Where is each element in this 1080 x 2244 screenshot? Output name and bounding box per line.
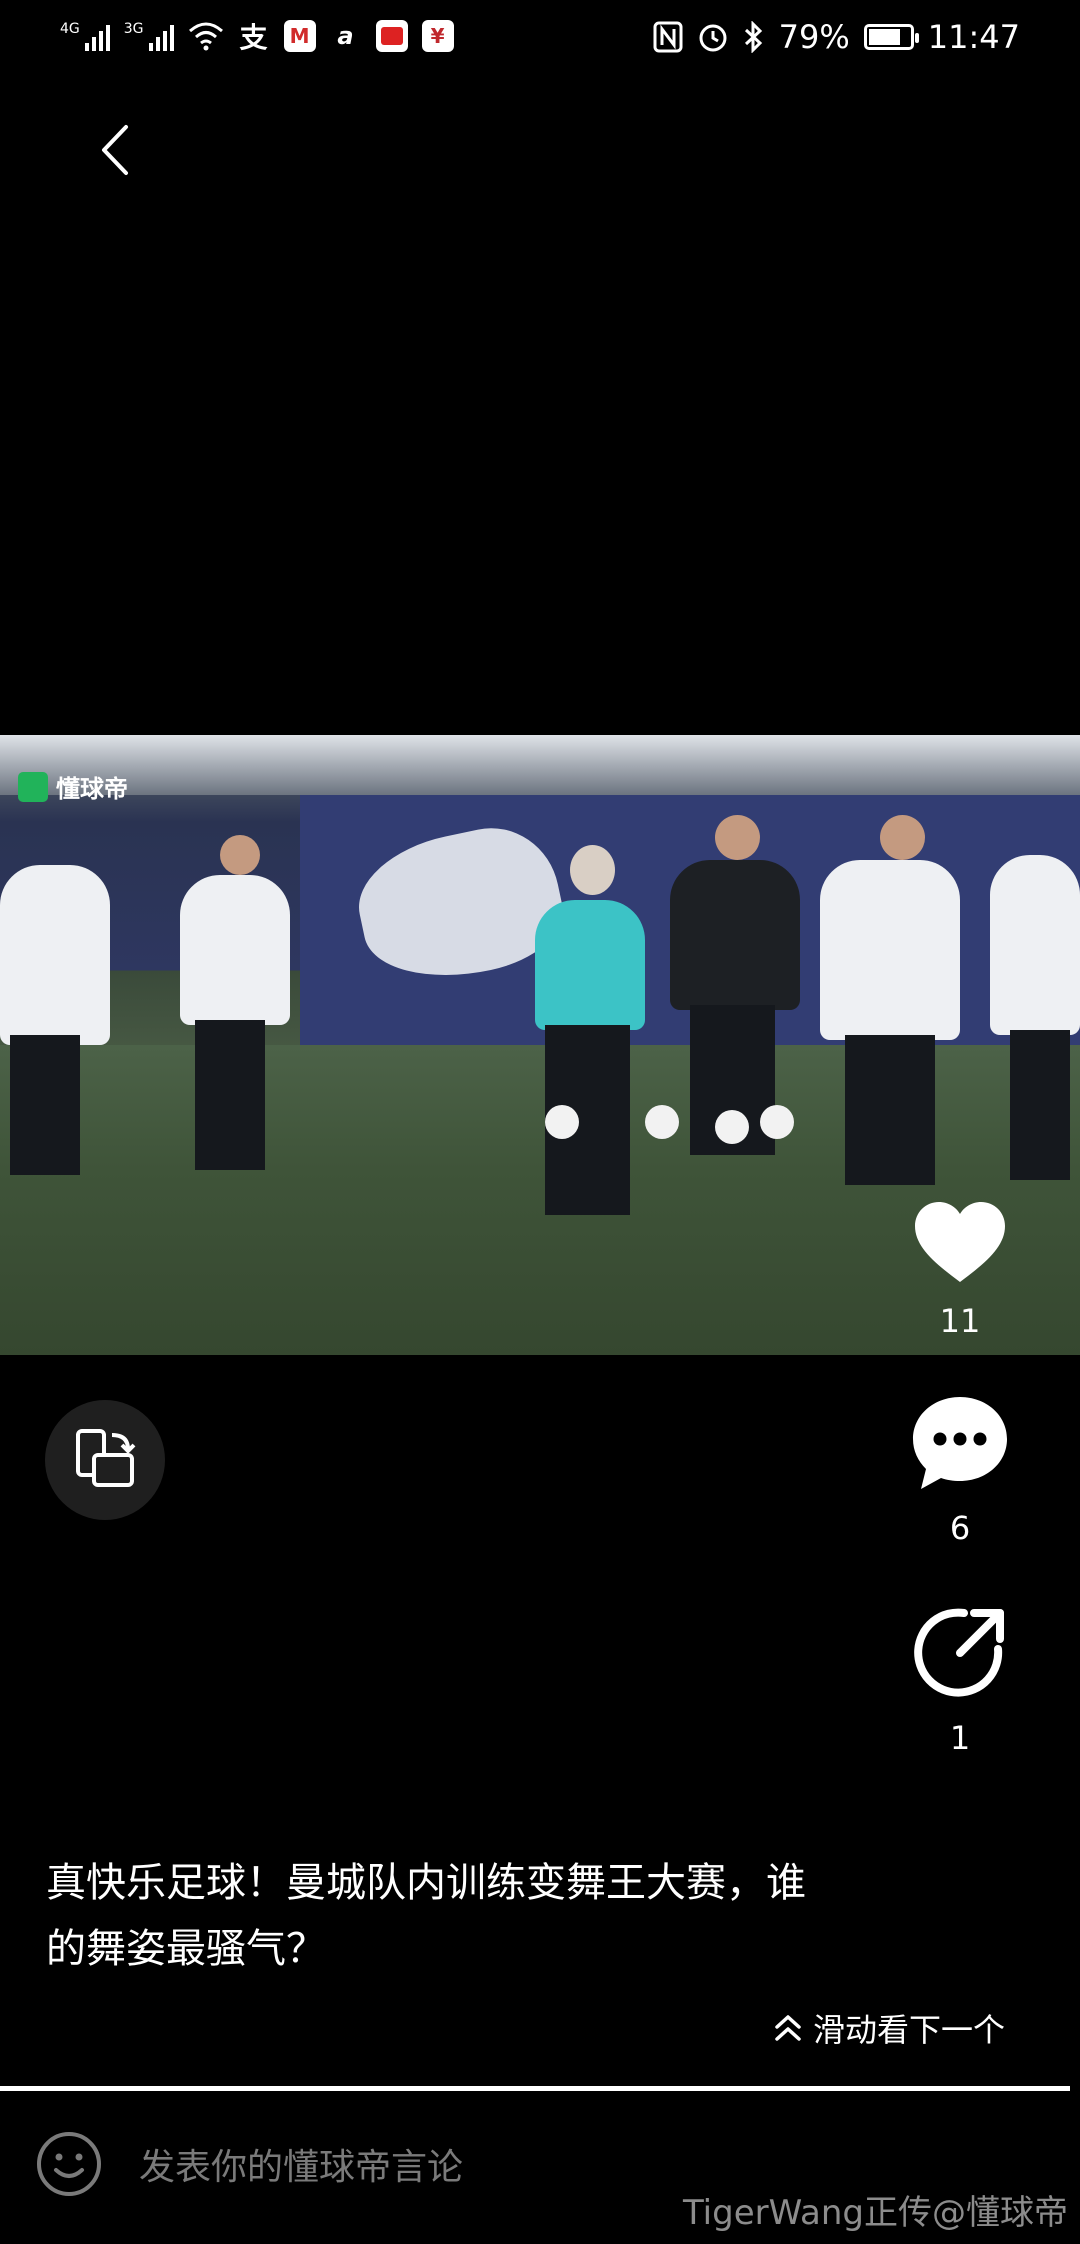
cellular-signal-2-icon: 3G [124,21,174,51]
comment-input-bar[interactable]: 发表你的懂球帝言论 [35,2130,463,2198]
video-progress-bar[interactable] [0,2086,1070,2091]
wifi-icon [188,22,223,51]
share-button[interactable]: 1 [905,1605,1015,1757]
bank-notification-icon: ¥ [421,20,454,52]
rotate-screen-icon [76,1429,136,1487]
dongqiudi-logo-icon [18,771,48,802]
network-type-2: 3G [123,21,144,37]
swipe-next-hint[interactable]: 滑动看下一个 [773,2005,1005,2051]
battery-fill [868,29,901,45]
caption-line-2: 的舞姿最骚气？ [46,1926,326,1972]
like-count: 11 [939,1302,981,1340]
screenshot-watermark: TigerWang正传@懂球帝 [682,2193,1068,2233]
video-ball [760,1105,794,1139]
bluetooth-icon [744,21,762,53]
status-bar: 4G 3G 支 M a ¥ 79% 11:47 [0,0,1080,80]
cellular-signal-1-icon: 4G [60,21,110,51]
battery-icon [863,24,919,50]
video-watermark-logo: 懂球帝 [18,769,128,804]
status-right: 79% 11:47 [653,18,1020,56]
status-left: 4G 3G 支 M a ¥ [60,20,454,54]
back-button[interactable] [90,115,140,185]
video-ball [645,1105,679,1139]
alarm-icon [699,24,727,52]
chevron-up-icon [775,2015,801,2041]
heart-icon [915,1202,1005,1282]
back-icon [102,125,128,175]
mail-notification-icon: M [283,20,316,52]
battery-percent: 79% [778,18,850,56]
alipay-notification-icon: 支 [239,21,268,54]
nfc-icon [653,21,683,53]
clock: 11:47 [927,18,1020,56]
caption-line-1: 真快乐足球！曼城队内训练变舞王大赛，谁 [46,1860,806,1906]
swipe-hint-label: 滑动看下一个 [812,2011,1005,2049]
rotate-screen-button[interactable] [45,1400,165,1520]
comment-icon [913,1397,1007,1489]
share-count: 1 [949,1719,971,1757]
post-caption: 真快乐足球！曼城队内训练变舞王大赛，谁 的舞姿最骚气？ [46,1850,926,1982]
network-type-1: 4G [60,21,80,37]
app-notification-icon: a [337,22,354,50]
calendar-notification-icon [375,20,408,52]
video-ball [715,1110,749,1144]
video-logo-text: 懂球帝 [56,775,128,803]
comment-count: 6 [949,1509,971,1547]
share-icon [914,1608,1004,1697]
comment-button[interactable]: 6 [905,1395,1015,1547]
like-button[interactable]: 11 [905,1200,1015,1340]
video-ball [545,1105,579,1139]
video-scene-fence [0,735,1080,795]
comment-input[interactable]: 发表你的懂球帝言论 [139,2138,463,2190]
emoji-icon[interactable] [35,2130,103,2198]
